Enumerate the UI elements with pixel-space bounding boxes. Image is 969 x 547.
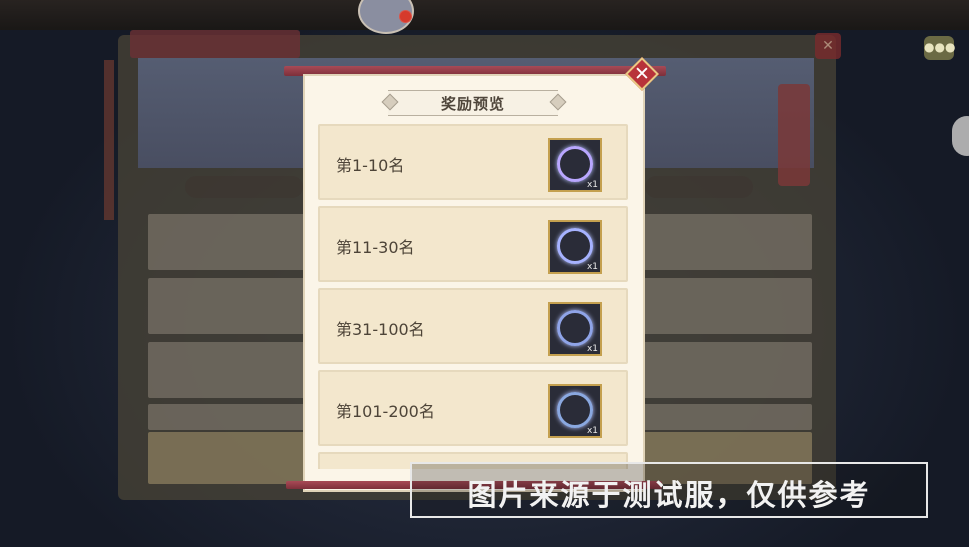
reward-row: 第31-100名 x1 xyxy=(318,288,628,364)
notification-dot xyxy=(399,10,412,23)
close-button[interactable]: ✕ xyxy=(625,57,659,91)
item-quantity: x1 xyxy=(586,426,598,436)
rank-range-label: 第31-100名 xyxy=(336,320,425,339)
rank-range-label: 第11-30名 xyxy=(336,238,415,257)
watermark: 图片来源于测试服，仅供参考 xyxy=(410,462,928,518)
rank-range-label: 第101-200名 xyxy=(336,402,435,421)
reward-item[interactable]: x1 xyxy=(548,384,602,438)
chat-bubble-icon: ●●● xyxy=(924,40,956,54)
ring-item-icon xyxy=(557,392,593,428)
item-quantity: x1 xyxy=(586,344,598,354)
popup-title: 奖励预览 xyxy=(440,95,505,113)
top-bar xyxy=(0,0,969,30)
ring-item-icon xyxy=(557,146,593,182)
background-rank-bar xyxy=(645,176,753,198)
reward-item[interactable]: x1 xyxy=(548,302,602,356)
watermark-text: 图片来源于测试服，仅供参考 xyxy=(467,478,871,512)
ring-item-icon xyxy=(557,228,593,264)
background-close-icon[interactable]: ✕ xyxy=(815,33,841,59)
reward-list[interactable]: 第1-10名 x1 第11-30名 x1 第31-100名 x1 第101-20… xyxy=(318,124,628,469)
reward-row: 第1-10名 x1 xyxy=(318,124,628,200)
chat-button[interactable]: ●●● xyxy=(924,36,956,60)
reward-item[interactable]: x1 xyxy=(548,138,602,192)
rank-range-label: 第1-10名 xyxy=(336,156,405,175)
ring-item-icon xyxy=(557,310,593,346)
background-decoration xyxy=(104,60,114,220)
reward-row: 第101-200名 x1 xyxy=(318,370,628,446)
background-side-banner[interactable] xyxy=(778,84,810,186)
reward-row: 第11-30名 x1 xyxy=(318,206,628,282)
item-quantity: x1 xyxy=(586,180,598,190)
background-rank-bar xyxy=(185,176,303,198)
popup-title-frame: 奖励预览 xyxy=(381,88,567,116)
side-drawer-handle[interactable] xyxy=(952,116,969,156)
background-window-tab xyxy=(130,30,300,58)
reward-item[interactable]: x1 xyxy=(548,220,602,274)
item-quantity: x1 xyxy=(586,262,598,272)
